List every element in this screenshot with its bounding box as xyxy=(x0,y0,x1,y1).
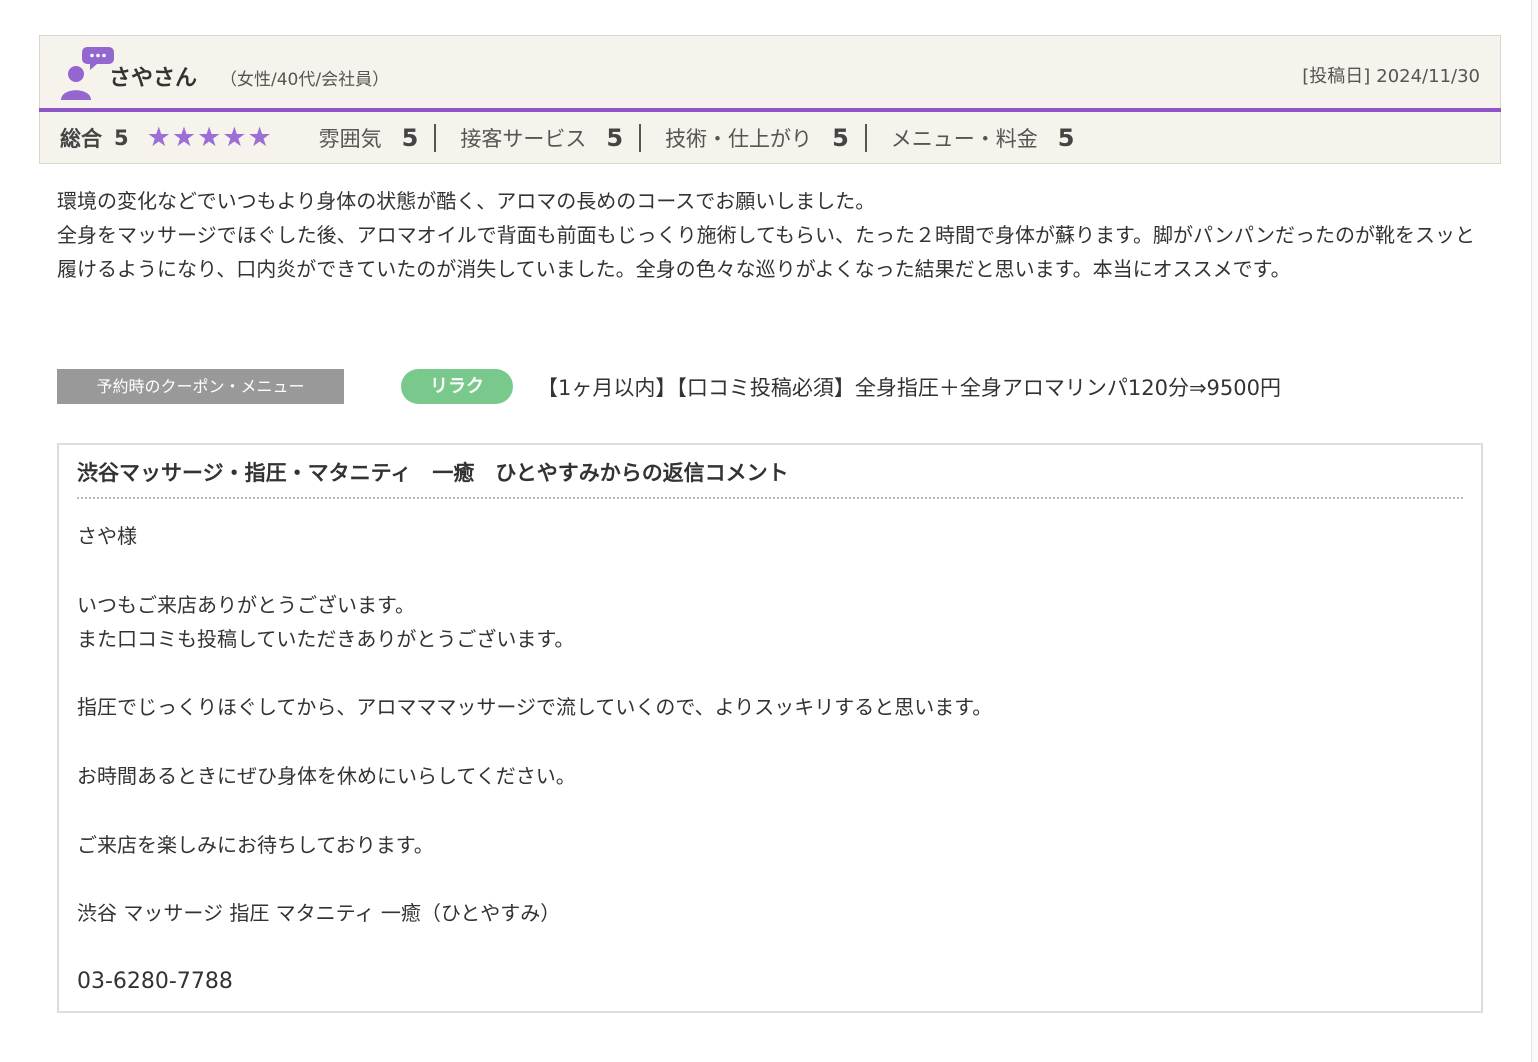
reply-phone: 03-6280-7788 xyxy=(77,968,233,994)
reply-title: 渋谷マッサージ・指圧・マタニティ 一癒 ひとやすみからの返信コメント xyxy=(77,461,789,485)
reply-line: お時間あるときにぜひ身体を休めにいらしてください。 xyxy=(77,764,576,789)
review-header: さやさん （女性/40代/会社員） [投稿日] 2024/11/30 xyxy=(39,35,1501,109)
rating-atmosphere: 雰囲気 5 xyxy=(319,123,419,153)
scrollbar-edge[interactable] xyxy=(1531,0,1538,1062)
post-date-value: 2024/11/30 xyxy=(1376,66,1480,87)
coupon-menu-link[interactable]: 【1ヶ月以内】【口コミ投稿必須】全身指圧＋全身アロマリンパ120分⇒9500円 xyxy=(537,372,1281,402)
user-speech-bubble-icon xyxy=(61,47,114,100)
reply-body: さや様 いつもご来店ありがとうございます。 また口コミも投稿していただきありがと… xyxy=(77,519,1457,999)
reviewer-profile: （女性/40代/会社員） xyxy=(220,70,390,90)
reply-line: また口コミも投稿していただきありがとうございます。 xyxy=(77,626,575,651)
rating-label: 雰囲気 xyxy=(318,126,382,151)
post-date-label: [投稿日] xyxy=(1302,66,1371,87)
overall-label: 総合 xyxy=(60,126,102,151)
category-badge: リラク xyxy=(401,369,513,404)
rating-label: メニュー・料金 xyxy=(890,126,1038,151)
rating-row: 総合 5 ★★★★★ 雰囲気 5 接客サービス 5 技術・仕上がり 5 メニュー… xyxy=(39,112,1501,164)
reviewer-name: さやさん xyxy=(109,66,198,91)
rating-value: 5 xyxy=(606,123,624,152)
rating-separator xyxy=(434,123,437,152)
rating-separator xyxy=(639,123,642,152)
rating-label: 接客サービス xyxy=(460,126,587,151)
reply-greeting: さや様 xyxy=(77,524,137,548)
review-paragraph: 全身をマッサージでほぐした後、アロマオイルで背面も前面もじっくり施術してもらい、… xyxy=(57,223,1475,281)
rating-value: 5 xyxy=(401,123,419,152)
rating-menu-price: メニュー・料金 5 xyxy=(891,123,1075,153)
star-icon: ★★★★★ xyxy=(146,122,273,153)
reply-signature: 渋谷 マッサージ 指圧 マタニティ 一癒（ひとやすみ） xyxy=(77,901,561,926)
rating-separator xyxy=(864,123,867,152)
review-paragraph: 環境の変化などでいつもより身体の状態が酷く、アロマの長めのコースでお願いしました… xyxy=(57,189,876,213)
post-date: [投稿日] 2024/11/30 xyxy=(1302,62,1480,88)
coupon-label: 予約時のクーポン・メニュー xyxy=(57,369,344,404)
reply-box: 渋谷マッサージ・指圧・マタニティ 一癒 ひとやすみからの返信コメント さや様 い… xyxy=(57,443,1483,1013)
rating-service: 接客サービス 5 xyxy=(460,123,623,153)
reply-line: ご来店を楽しみにお待ちしております。 xyxy=(77,832,434,857)
rating-value: 5 xyxy=(832,123,849,152)
review-body: 環境の変化などでいつもより身体の状態が酷く、アロマの長めのコースでお願いしました… xyxy=(57,184,1487,286)
rating-label: 技術・仕上がり xyxy=(665,126,813,151)
reply-line: いつもご来店ありがとうございます。 xyxy=(77,592,415,617)
rating-value: 5 xyxy=(1057,123,1075,152)
overall-rating: 総合 5 ★★★★★ xyxy=(60,122,273,153)
rating-technique: 技術・仕上がり 5 xyxy=(665,123,849,153)
overall-score: 5 xyxy=(114,125,129,150)
reply-line: 指圧でじっくりほぐしてから、アロマママッサージで流していくので、よりスッキリする… xyxy=(77,695,993,720)
reply-divider xyxy=(77,497,1463,499)
